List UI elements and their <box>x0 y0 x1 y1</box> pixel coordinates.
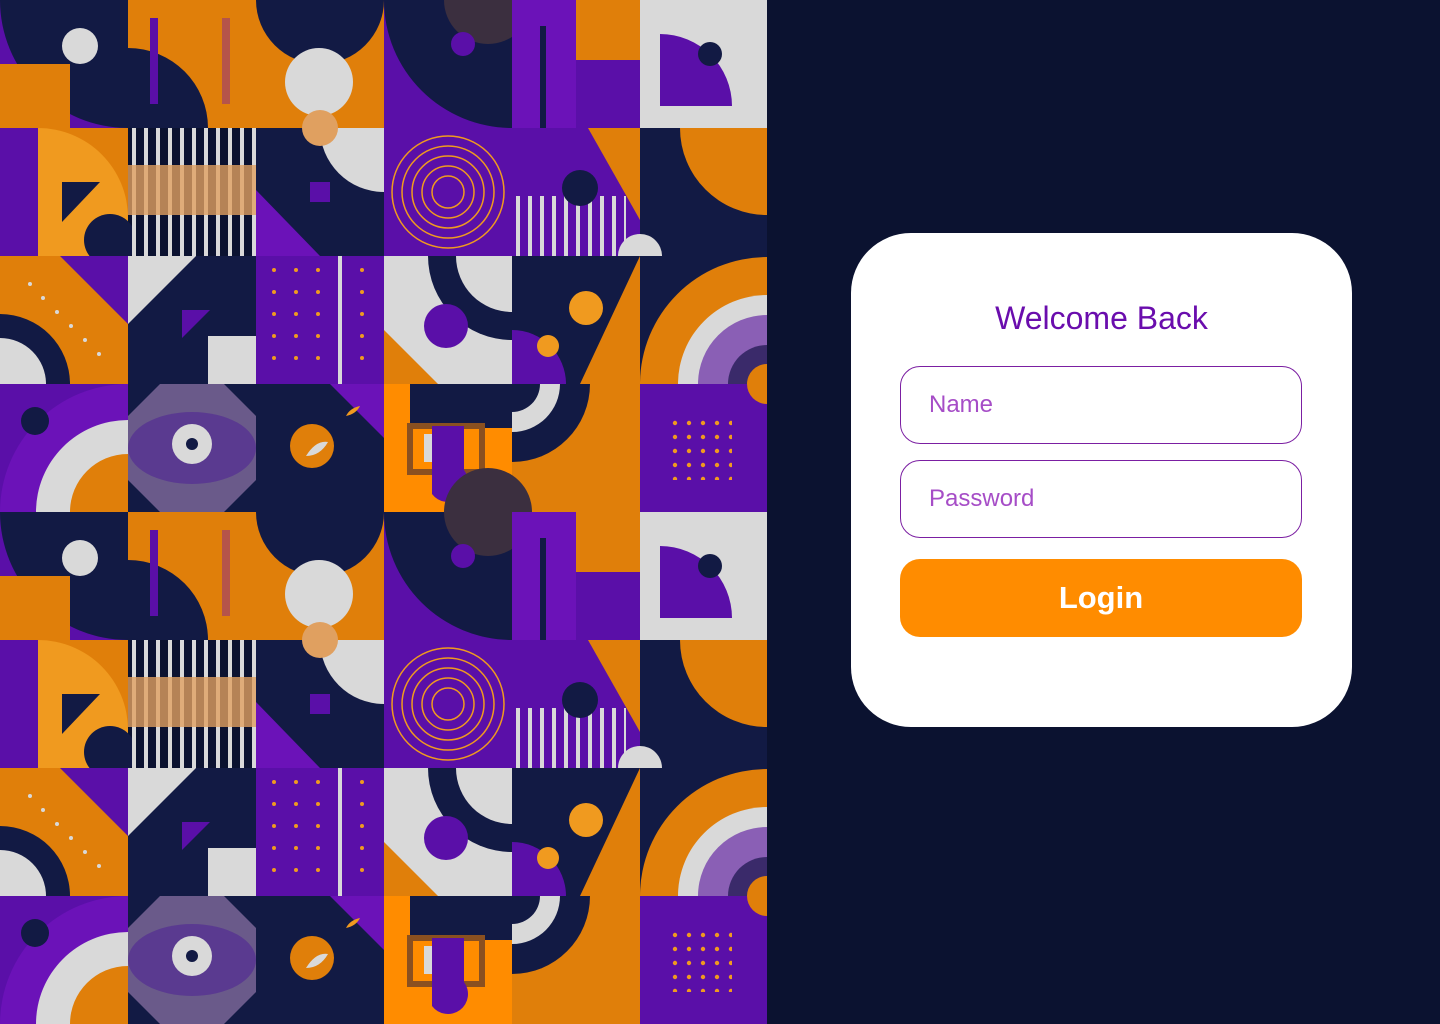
pattern-block-bottom <box>0 468 767 1024</box>
login-button[interactable]: Login <box>900 559 1302 637</box>
geometric-artwork <box>0 0 767 1024</box>
decorative-geometric-pattern <box>0 0 767 1024</box>
name-input[interactable] <box>900 366 1302 444</box>
welcome-title: Welcome Back <box>995 300 1208 336</box>
password-input[interactable] <box>900 460 1302 538</box>
pattern-block-top <box>0 0 767 512</box>
